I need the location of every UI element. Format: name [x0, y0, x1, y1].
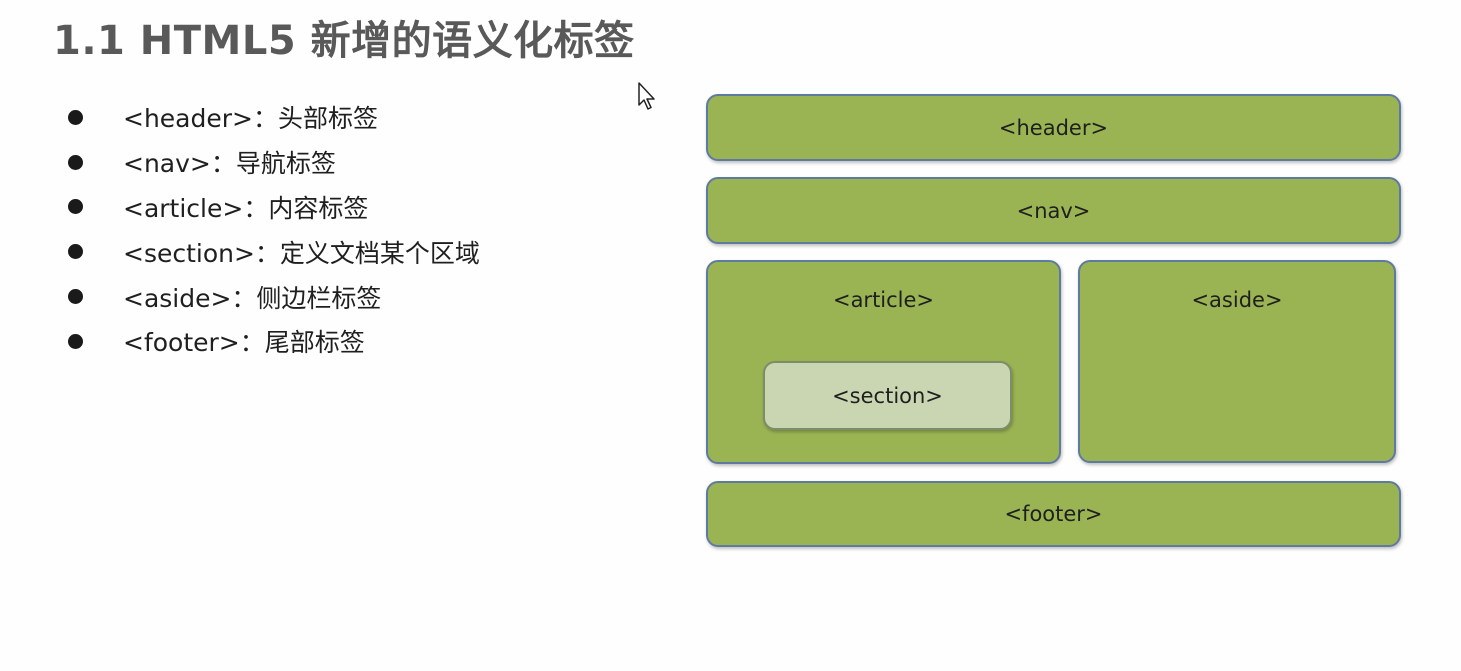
diagram-aside-label: <aside> [1191, 288, 1283, 312]
bullet-dot-icon [68, 109, 83, 125]
bullet-dot-icon [68, 199, 83, 215]
diagram-footer-label: <footer> [1004, 502, 1103, 526]
diagram-article-box: <article> [706, 260, 1061, 464]
list-item: <footer>：尾部标签 [68, 319, 480, 364]
bullet-dot-icon [68, 289, 83, 305]
list-item-text: <nav>：导航标签 [123, 149, 336, 179]
list-item: <article>：内容标签 [68, 185, 480, 230]
list-item: <nav>：导航标签 [68, 140, 480, 185]
list-item: <section>：定义文档某个区域 [68, 229, 480, 274]
list-item-text: <section>：定义文档某个区域 [123, 238, 480, 268]
list-item-text: <aside>：侧边栏标签 [123, 283, 382, 313]
list-item-text: <footer>：尾部标签 [123, 328, 365, 358]
diagram-footer-box: <footer> [706, 481, 1401, 547]
list-item: <aside>：侧边栏标签 [68, 274, 480, 319]
bullet-dot-icon [68, 244, 83, 260]
diagram-header-label: <header> [998, 115, 1109, 140]
list-item-text: <article>：内容标签 [123, 193, 369, 223]
diagram-aside-box: <aside> [1078, 260, 1396, 463]
page-title: 1.1 HTML5 新增的语义化标签 [53, 18, 635, 64]
diagram-header-box: <header> [706, 94, 1401, 161]
bullet-dot-icon [68, 333, 83, 349]
list-item: <header>：头部标签 [68, 95, 480, 140]
diagram-article-label: <article> [832, 288, 935, 312]
list-item-text: <header>：头部标签 [123, 104, 378, 134]
diagram-nav-box: <nav> [706, 177, 1401, 244]
mouse-pointer-icon [638, 82, 655, 110]
semantic-tag-list: <header>：头部标签 <nav>：导航标签 <article>：内容标签 … [68, 95, 480, 364]
diagram-nav-label: <nav> [1016, 198, 1091, 223]
bullet-dot-icon [68, 154, 83, 170]
